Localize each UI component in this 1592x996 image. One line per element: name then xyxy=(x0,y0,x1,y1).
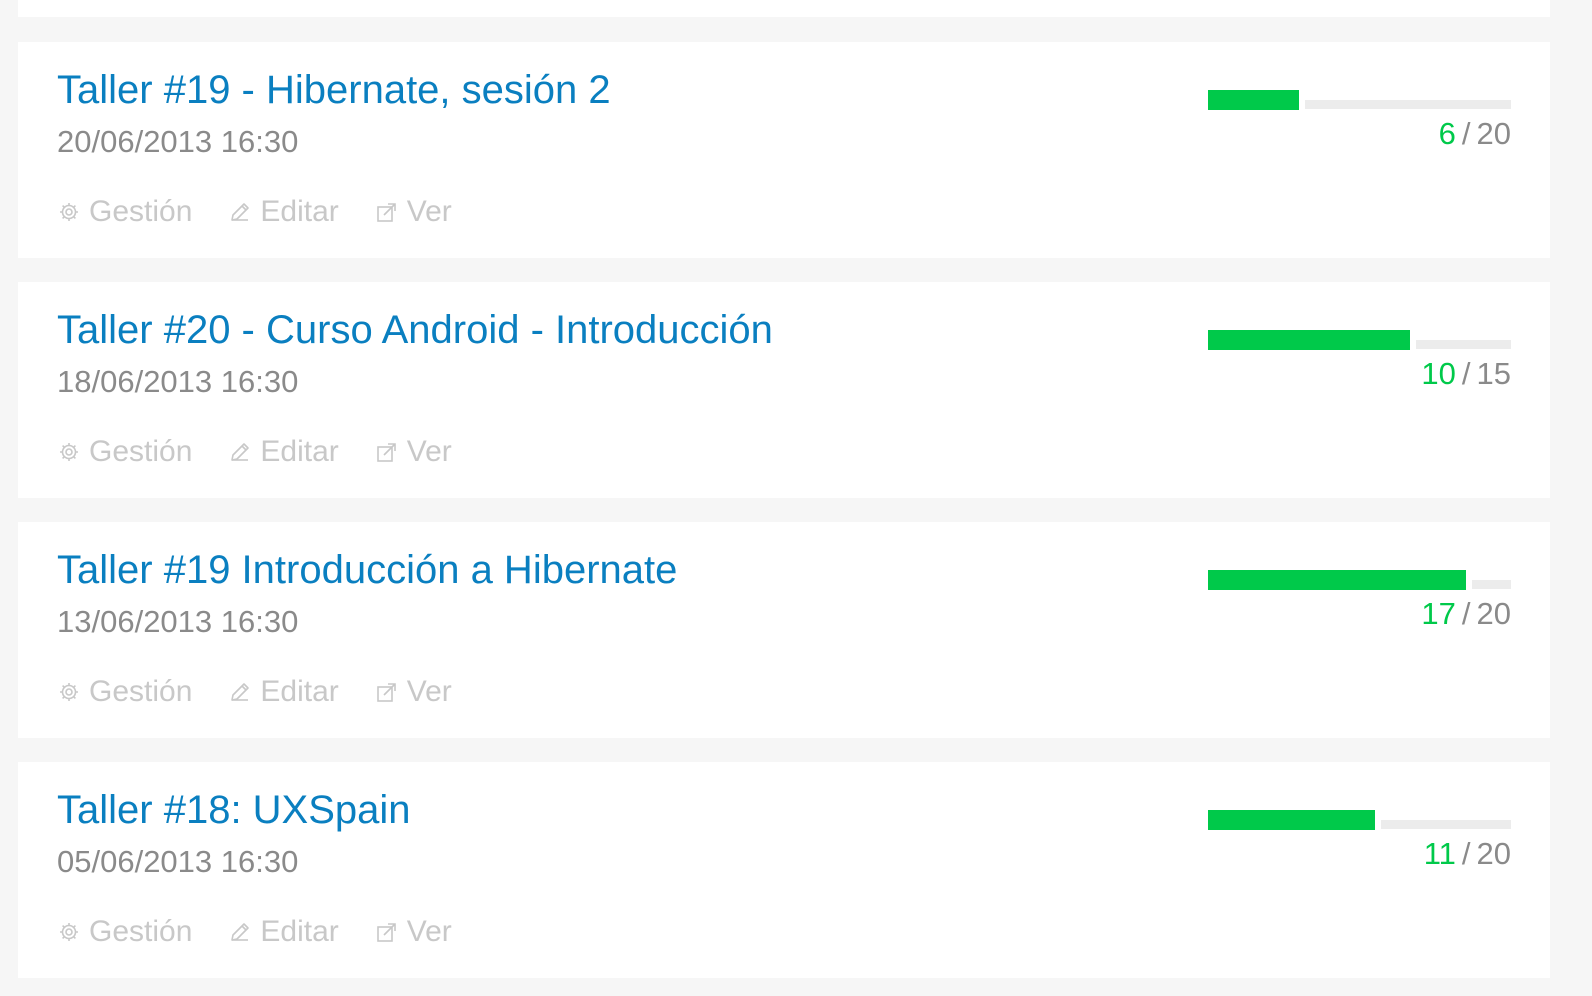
count-separator: / xyxy=(1461,356,1471,391)
view-label: Ver xyxy=(406,675,452,708)
event-date: 20/06/2013 16:30 xyxy=(57,124,299,159)
event-actions: Gestión Editar Ver xyxy=(57,194,488,230)
pencil-icon xyxy=(231,923,250,941)
attendance-count: 6/20 xyxy=(1439,116,1511,152)
attendance-bar xyxy=(1208,810,1511,830)
attendance-bar-fill xyxy=(1208,330,1410,350)
event-actions: Gestión Editar Ver xyxy=(57,914,488,950)
count-separator: / xyxy=(1461,596,1471,631)
edit-label: Editar xyxy=(260,195,339,228)
view-button[interactable]: Ver xyxy=(375,194,452,230)
gear-icon xyxy=(60,683,78,701)
previous-event-card xyxy=(18,0,1550,17)
pencil-icon xyxy=(231,203,250,221)
edit-label: Editar xyxy=(260,675,339,708)
attendance-bar xyxy=(1208,570,1511,590)
edit-label: Editar xyxy=(260,435,339,468)
event-date: 18/06/2013 16:30 xyxy=(57,364,299,399)
event-date: 13/06/2013 16:30 xyxy=(57,604,299,639)
capacity-count: 20 xyxy=(1476,596,1511,631)
attendance-bar-track xyxy=(1305,100,1511,109)
event-card: Taller #19 Introducción a Hibernate 13/0… xyxy=(18,522,1550,738)
manage-label: Gestión xyxy=(89,195,193,228)
view-label: Ver xyxy=(406,435,452,468)
capacity-count: 15 xyxy=(1476,356,1511,391)
edit-button[interactable]: Editar xyxy=(228,914,339,950)
view-button[interactable]: Ver xyxy=(375,914,452,950)
event-title-link[interactable]: Taller #20 - Curso Android - Introducció… xyxy=(57,306,773,354)
attendance-count: 10/15 xyxy=(1421,356,1511,392)
event-card: Taller #19 - Hibernate, sesión 2 20/06/2… xyxy=(18,42,1550,258)
edit-button[interactable]: Editar xyxy=(228,194,339,230)
external-link-icon xyxy=(376,203,396,222)
view-button[interactable]: Ver xyxy=(375,674,452,710)
manage-button[interactable]: Gestión xyxy=(57,194,192,230)
event-actions: Gestión Editar Ver xyxy=(57,674,488,710)
attendance-count: 11/20 xyxy=(1424,836,1511,872)
event-title-link[interactable]: Taller #19 - Hibernate, sesión 2 xyxy=(57,66,611,114)
gear-icon xyxy=(60,203,78,221)
view-label: Ver xyxy=(406,915,452,948)
gear-icon xyxy=(60,923,78,941)
capacity-count: 20 xyxy=(1476,836,1511,871)
external-link-icon xyxy=(376,443,396,462)
attendance-count: 17/20 xyxy=(1421,596,1511,632)
capacity-count: 20 xyxy=(1476,116,1511,151)
pencil-icon xyxy=(231,443,250,461)
attendance-bar xyxy=(1208,90,1511,110)
attendance-bar-fill xyxy=(1208,570,1466,590)
gear-icon xyxy=(60,443,78,461)
edit-button[interactable]: Editar xyxy=(228,434,339,470)
attendance-bar-track xyxy=(1416,340,1511,349)
manage-label: Gestión xyxy=(89,675,193,708)
manage-button[interactable]: Gestión xyxy=(57,674,192,710)
external-link-icon xyxy=(376,923,396,942)
event-title-link[interactable]: Taller #19 Introducción a Hibernate xyxy=(57,546,677,594)
attendance-bar-track xyxy=(1472,580,1511,589)
event-card: Taller #20 - Curso Android - Introducció… xyxy=(18,282,1550,498)
count-separator: / xyxy=(1461,116,1471,151)
external-link-icon xyxy=(376,683,396,702)
view-button[interactable]: Ver xyxy=(375,434,452,470)
attendance-bar xyxy=(1208,330,1511,350)
manage-button[interactable]: Gestión xyxy=(57,914,192,950)
attendance-bar-track xyxy=(1381,820,1511,829)
event-card: Taller #18: UXSpain 05/06/2013 16:30 Ges… xyxy=(18,762,1550,978)
pencil-icon xyxy=(231,683,250,701)
count-separator: / xyxy=(1461,836,1471,871)
event-title-link[interactable]: Taller #18: UXSpain xyxy=(57,786,411,834)
attendance-bar-fill xyxy=(1208,810,1375,830)
attendees-count: 11 xyxy=(1423,836,1456,871)
event-actions: Gestión Editar Ver xyxy=(57,434,488,470)
edit-button[interactable]: Editar xyxy=(228,674,339,710)
attendance-bar-fill xyxy=(1208,90,1299,110)
event-date: 05/06/2013 16:30 xyxy=(57,844,299,879)
attendees-count: 17 xyxy=(1421,596,1456,631)
manage-label: Gestión xyxy=(89,435,193,468)
manage-label: Gestión xyxy=(89,915,193,948)
view-label: Ver xyxy=(406,195,452,228)
edit-label: Editar xyxy=(260,915,339,948)
event-list: Taller #19 - Hibernate, sesión 2 20/06/2… xyxy=(0,0,1592,996)
attendees-count: 10 xyxy=(1421,356,1456,391)
manage-button[interactable]: Gestión xyxy=(57,434,192,470)
attendees-count: 6 xyxy=(1438,116,1456,151)
